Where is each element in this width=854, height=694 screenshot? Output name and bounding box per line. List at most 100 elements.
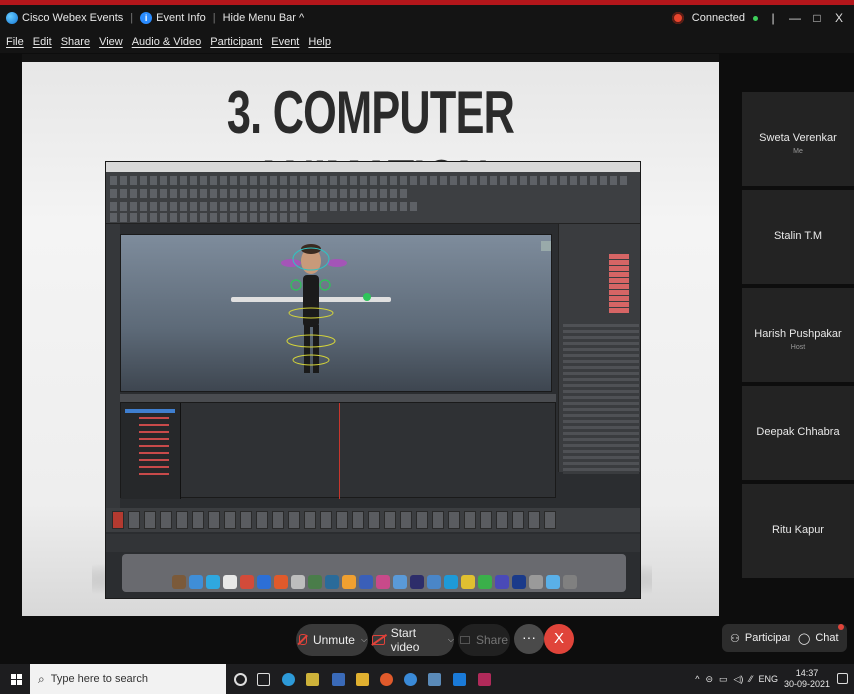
volume-icon[interactable]: ◁)	[734, 674, 744, 685]
taskbar-search-box[interactable]: ⌕ Type here to search	[30, 664, 226, 694]
graph-editor-image	[120, 402, 556, 499]
hide-menu-bar-button[interactable]: Hide Menu Bar ^	[223, 12, 305, 24]
windows-start-icon[interactable]	[11, 673, 22, 685]
chevron-down-icon[interactable]: ⌵	[361, 635, 367, 645]
trax-clip-image	[192, 511, 204, 529]
menu-audio-video[interactable]: Audio & Video	[132, 36, 202, 48]
cortana-icon[interactable]	[234, 673, 247, 686]
network-icon[interactable]: ⊝	[705, 674, 713, 685]
channel-field-image	[609, 296, 629, 301]
wifi-icon[interactable]: ⁄⁄	[749, 674, 752, 684]
channel-field-image	[609, 284, 629, 289]
info-icon[interactable]: i	[140, 12, 153, 24]
trax-clip-image	[336, 511, 348, 529]
restore-button[interactable]: □	[810, 11, 824, 25]
edge-browser-icon[interactable]	[282, 673, 295, 686]
participant-name: Harish Pushpakar	[754, 328, 842, 340]
trax-clip-image	[208, 511, 220, 529]
dock-app-icon	[222, 575, 237, 589]
menu-participant[interactable]: Participant	[210, 36, 262, 48]
taskbar-clock[interactable]: 14:37 30-09-2021	[784, 668, 830, 690]
channel-field-image	[609, 254, 629, 259]
participant-tile[interactable]: Ritu Kapur	[742, 484, 854, 578]
webex-taskbar-icon[interactable]	[453, 673, 466, 686]
start-video-label: Start video	[390, 626, 420, 654]
menu-bar: File Edit Share View Audio & Video Parti…	[0, 31, 854, 53]
menu-share[interactable]: Share	[61, 36, 90, 48]
close-window-button[interactable]: X	[832, 11, 846, 25]
dock-app-icon	[409, 575, 424, 589]
dock-app-icon	[324, 575, 339, 589]
menu-view[interactable]: View	[99, 36, 123, 48]
office-app-icon[interactable]	[306, 673, 319, 686]
trax-clip-image	[384, 511, 396, 529]
start-video-button[interactable]: Start video ⌵	[372, 624, 454, 656]
title-separator: |	[212, 12, 216, 24]
chevron-down-icon[interactable]: ⌵	[448, 635, 454, 645]
taskbar-search-placeholder: Type here to search	[50, 673, 148, 685]
dock-app-icon	[562, 575, 577, 589]
trax-clip-image	[128, 511, 140, 529]
trax-clip-image	[304, 511, 316, 529]
participant-tile[interactable]: Deepak Chhabra	[742, 386, 854, 480]
trax-clip-image	[256, 511, 268, 529]
participant-tile[interactable]: Sweta Verenkar Me	[742, 92, 854, 186]
dock-app-icon	[205, 575, 220, 589]
shared-slide: 3. COMPUTER ANIMATION	[22, 54, 719, 616]
windows-taskbar: ⌕ Type here to search ^ ⊝ ▭ ◁) ⁄⁄ ENG 14…	[0, 664, 854, 694]
action-center-icon[interactable]	[837, 673, 848, 684]
task-view-icon[interactable]	[257, 673, 270, 686]
pinned-app-icon[interactable]	[478, 673, 491, 686]
menu-event[interactable]: Event	[271, 36, 299, 48]
window-titlebar: Cisco Webex Events | i Event Info | Hide…	[0, 5, 854, 31]
connection-status-icon	[671, 12, 684, 24]
participant-role: Me	[793, 148, 803, 155]
camera-off-icon	[372, 635, 385, 645]
trax-clip-image	[272, 511, 284, 529]
trax-clip-image	[288, 511, 300, 529]
mac-menubar-image	[106, 162, 640, 172]
participant-tile[interactable]: Harish Pushpakar Host	[742, 288, 854, 382]
share-button[interactable]: Share	[458, 624, 510, 656]
menu-edit[interactable]: Edit	[33, 36, 52, 48]
event-info-link[interactable]: Event Info	[156, 12, 206, 24]
menu-help[interactable]: Help	[308, 36, 331, 48]
channel-field-image	[609, 290, 629, 295]
file-explorer-icon[interactable]	[356, 673, 369, 686]
battery-icon[interactable]: ▭	[719, 674, 728, 685]
mail-icon[interactable]	[332, 673, 345, 686]
tray-chevron-icon[interactable]: ^	[695, 674, 699, 684]
trax-clip-image	[112, 511, 124, 529]
minimize-button[interactable]: —	[788, 11, 802, 25]
webex-logo-icon	[6, 12, 18, 24]
trax-clip-image	[144, 511, 156, 529]
meeting-stage: 3. COMPUTER ANIMATION	[0, 53, 854, 653]
trax-clip-image	[240, 511, 252, 529]
dock-app-icon	[290, 575, 305, 589]
outliner-selected-image	[125, 409, 175, 413]
unmute-button[interactable]: Unmute ⌵	[296, 624, 368, 656]
trax-clip-image	[416, 511, 428, 529]
search-icon: ⌕	[38, 671, 45, 686]
language-indicator[interactable]: ENG	[758, 674, 778, 684]
leave-meeting-button[interactable]: X	[544, 624, 574, 654]
channel-list-image	[563, 324, 639, 474]
participant-name: Ritu Kapur	[772, 524, 824, 536]
participant-tile[interactable]: Stalin T.M	[742, 190, 854, 284]
chrome-browser-icon[interactable]	[380, 673, 393, 686]
dock-app-icon	[460, 575, 475, 589]
more-options-button[interactable]: ···	[514, 624, 544, 654]
maya-screenshot-image	[105, 161, 641, 599]
system-tray: ^ ⊝ ▭ ◁) ⁄⁄ ENG 14:37 30-09-2021	[695, 664, 830, 694]
trax-clip-image	[368, 511, 380, 529]
maya-toolbar-image	[106, 172, 640, 224]
title-separator: |	[130, 12, 134, 24]
pinned-app-icon[interactable]	[428, 673, 441, 686]
connection-indicator-icon	[753, 15, 758, 21]
menu-file[interactable]: File	[6, 36, 24, 48]
chat-label: Chat	[815, 632, 839, 644]
participant-name: Sweta Verenkar	[759, 132, 837, 144]
unmute-label: Unmute	[312, 633, 355, 647]
browser-app-icon[interactable]	[404, 673, 417, 686]
dock-app-icon	[545, 575, 560, 589]
